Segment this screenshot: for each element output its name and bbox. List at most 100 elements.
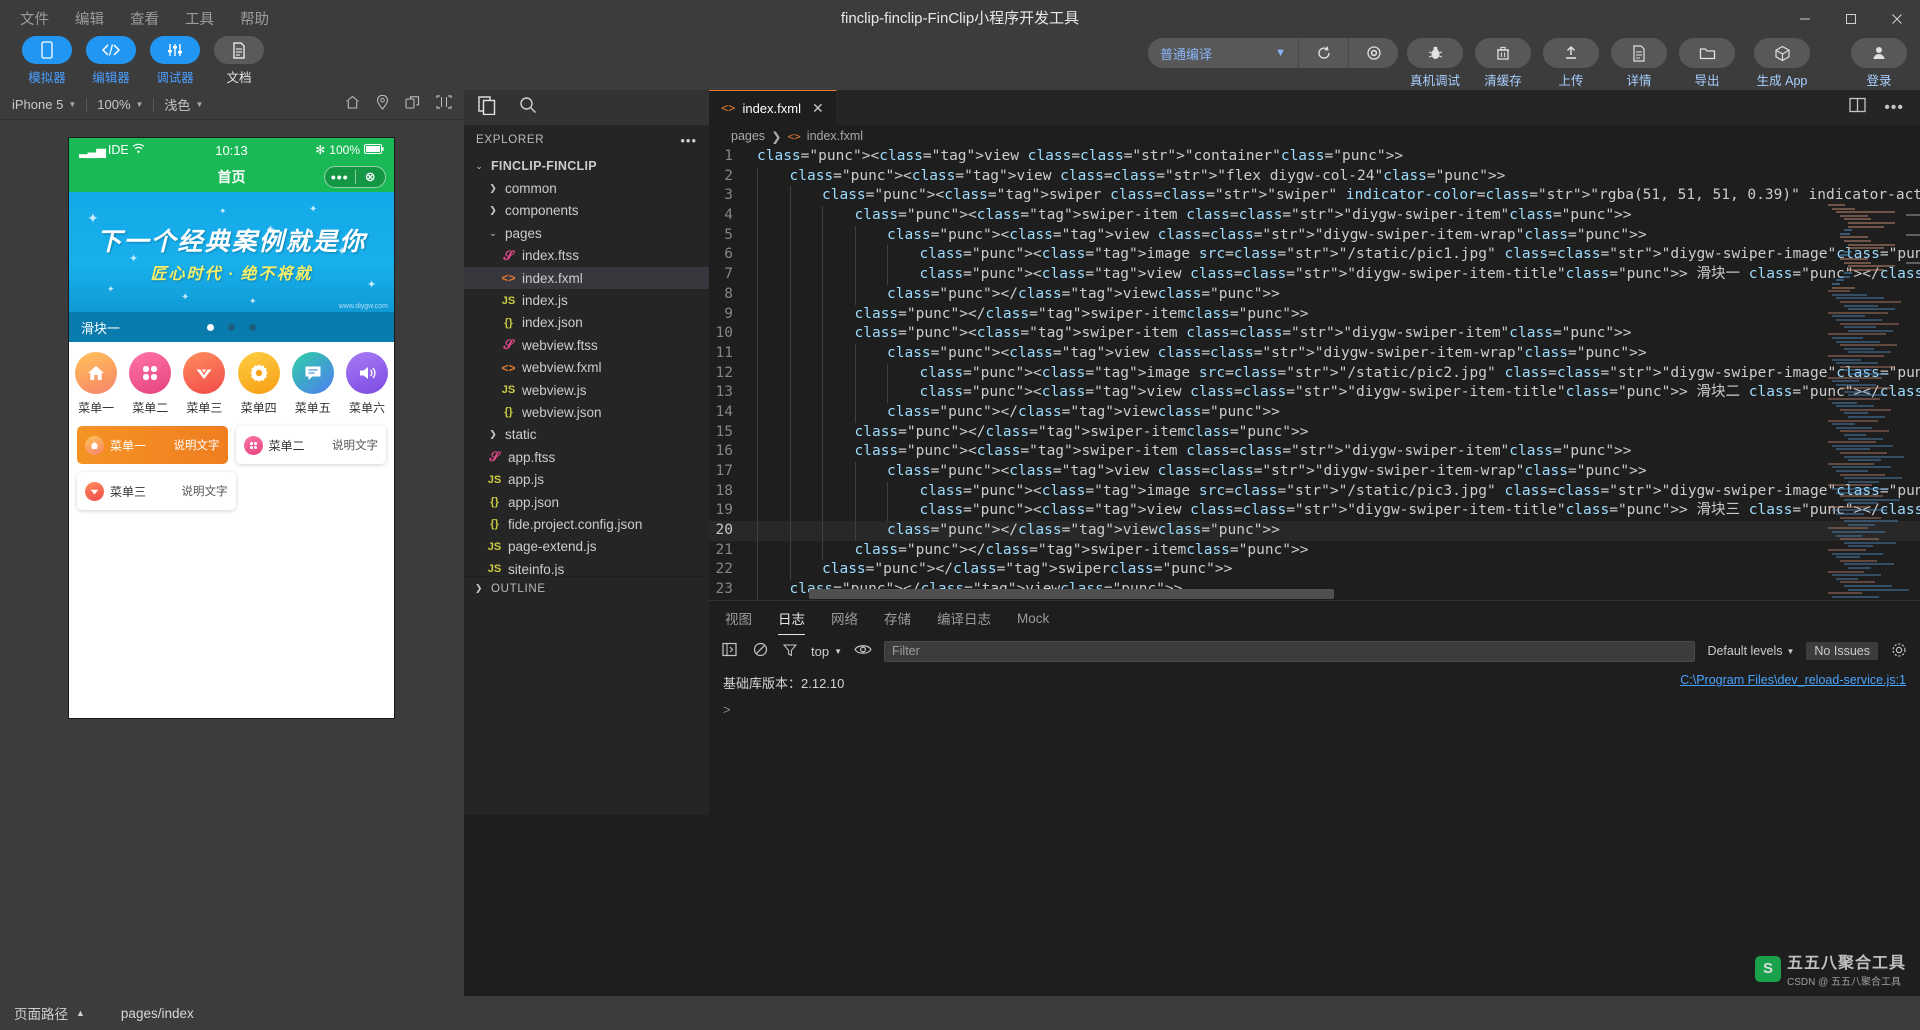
tree-file[interactable]: 𝒮webview.ftss bbox=[464, 334, 709, 356]
log-levels-select[interactable]: Default levels ▼ bbox=[1707, 644, 1794, 658]
code-line[interactable]: 1 class="punc"><class="tag">view class=cl… bbox=[709, 147, 1920, 167]
zoom-select[interactable]: 100% ▼ bbox=[87, 97, 153, 112]
card-menu-2[interactable]: 菜单二 说明文字 bbox=[235, 426, 386, 464]
code-line[interactable]: 6 class="punc"><class="tag">image src=cla… bbox=[709, 245, 1920, 266]
tree-file[interactable]: 𝒮app.ftss bbox=[464, 446, 709, 468]
toolbar-details-button[interactable]: 详情 bbox=[1608, 38, 1670, 89]
card-menu-1[interactable]: 菜单一 说明文字 bbox=[77, 426, 228, 464]
console-tab-2[interactable]: 网络 bbox=[831, 601, 858, 635]
code-line[interactable]: 5 class="punc"><class="tag">view class=cl… bbox=[709, 225, 1920, 246]
toolbar-generate-app-button[interactable]: 生成 App bbox=[1744, 38, 1820, 89]
console-tab-0[interactable]: 视图 bbox=[725, 601, 752, 635]
toolbar-upload-button[interactable]: 上传 bbox=[1540, 38, 1602, 89]
compile-button[interactable] bbox=[1298, 38, 1348, 68]
theme-select[interactable]: 浅色 ▼ bbox=[154, 95, 213, 114]
tree-file[interactable]: {} webview.json bbox=[464, 401, 709, 423]
home-icon[interactable] bbox=[345, 95, 360, 115]
code-line[interactable]: 21 class="punc"></class="tag">swiper-item… bbox=[709, 540, 1920, 561]
resize-icon[interactable] bbox=[436, 95, 452, 114]
swiper-dot[interactable] bbox=[207, 323, 214, 331]
tree-file[interactable]: JS page-extend.js bbox=[464, 536, 709, 558]
code-area[interactable]: 1 class="punc"><class="tag">view class=cl… bbox=[709, 147, 1920, 599]
device-select[interactable]: iPhone 5 ▼ bbox=[12, 97, 86, 112]
minimize-button[interactable] bbox=[1782, 0, 1828, 38]
code-line[interactable]: 18 class="punc"><class="tag">image src=cl… bbox=[709, 481, 1920, 502]
tree-file[interactable]: {} index.json bbox=[464, 312, 709, 334]
page-path-value[interactable]: pages/index bbox=[121, 1006, 194, 1021]
issues-badge[interactable]: No Issues bbox=[1806, 642, 1878, 660]
code-line[interactable]: 7 class="punc"><class="tag">view class=cl… bbox=[709, 265, 1920, 285]
minimap[interactable] bbox=[1828, 204, 1909, 599]
menu-item-3[interactable]: 菜单三 bbox=[177, 352, 231, 416]
breadcrumb-folder[interactable]: pages bbox=[731, 129, 765, 143]
menu-file[interactable]: 文件 bbox=[8, 4, 61, 33]
tree-file[interactable]: <> webview.fxml bbox=[464, 357, 709, 379]
breadcrumb-file[interactable]: index.fxml bbox=[807, 129, 863, 143]
menu-tools[interactable]: 工具 bbox=[173, 4, 226, 33]
toolbar-simulator-button[interactable]: 模拟器 bbox=[20, 36, 74, 86]
menu-item-2[interactable]: 菜单二 bbox=[123, 352, 177, 416]
console-tab-1[interactable]: 日志 bbox=[778, 601, 805, 635]
context-select[interactable]: top ▼ bbox=[811, 644, 842, 659]
filter-input[interactable]: Filter bbox=[884, 640, 1696, 662]
swiper-dot[interactable] bbox=[228, 323, 235, 331]
toolbar-editor-button[interactable]: 编辑器 bbox=[84, 36, 138, 86]
code-line[interactable]: 12 class="punc"><class="tag">image src=cl… bbox=[709, 363, 1920, 384]
swiper-dot[interactable] bbox=[249, 323, 256, 331]
tree-file[interactable]: 𝒮index.ftss bbox=[464, 245, 709, 267]
menu-view[interactable]: 查看 bbox=[118, 4, 171, 33]
code-line[interactable]: 15 class="punc"></class="tag">swiper-item… bbox=[709, 422, 1920, 443]
capsule-close-icon[interactable]: ⊗ bbox=[356, 169, 386, 185]
phone-simulator[interactable]: ▂▃▅ IDE 10:13 ✻ 100% 首页 ••• ⊗ ✦ ✦ ✦ ✦ ✦ … bbox=[68, 137, 395, 719]
code-line[interactable]: 14 class="punc"></class="tag">viewclass="… bbox=[709, 402, 1920, 423]
tree-file[interactable]: JS webview.js bbox=[464, 379, 709, 401]
toolbar-device-debug-button[interactable]: 真机调试 bbox=[1404, 38, 1466, 89]
outline-section-header[interactable]: ❯ OUTLINE bbox=[464, 576, 709, 600]
more-icon[interactable]: ••• bbox=[1884, 99, 1904, 117]
close-icon[interactable]: ✕ bbox=[812, 100, 824, 117]
toolbar-export-button[interactable]: 导出 bbox=[1676, 38, 1738, 89]
code-line[interactable]: 13 class="punc"><class="tag">view class=c… bbox=[709, 383, 1920, 403]
tree-file[interactable]: JS index.js bbox=[464, 289, 709, 311]
capsule-more-icon[interactable]: ••• bbox=[325, 169, 355, 185]
rotate-icon[interactable] bbox=[405, 95, 420, 115]
menu-item-6[interactable]: 菜单六 bbox=[340, 352, 394, 416]
location-icon[interactable] bbox=[376, 94, 389, 115]
code-line[interactable]: 11 class="punc"><class="tag">view class=c… bbox=[709, 343, 1920, 364]
toolbar-login-button[interactable]: 登录 bbox=[1848, 38, 1910, 89]
code-line[interactable]: 8 class="punc"></class="tag">viewclass="p… bbox=[709, 284, 1920, 305]
code-line[interactable]: 10 class="punc"><class="tag">swiper-item … bbox=[709, 324, 1920, 344]
toolbar-debugger-button[interactable]: 调试器 bbox=[148, 36, 202, 86]
code-line[interactable]: 22 class="punc"></class="tag">swiperclass… bbox=[709, 560, 1920, 581]
split-editor-icon[interactable] bbox=[1849, 97, 1866, 118]
swiper-banner[interactable]: ✦ ✦ ✦ ✦ ✦ ✦ ✦ ✦ ✦ ✦ 下一个经典案例就是你 匠心时代 · 绝不… bbox=[69, 192, 394, 312]
tree-folder[interactable]: ❯ static bbox=[464, 424, 709, 446]
code-line[interactable]: 16 class="punc"><class="tag">swiper-item … bbox=[709, 442, 1920, 462]
page-path-label[interactable]: 页面路径 bbox=[14, 1003, 68, 1023]
compile-mode-select[interactable]: 普通编译 ▼ bbox=[1148, 38, 1298, 68]
tree-folder[interactable]: ❯ common bbox=[464, 177, 709, 199]
menu-item-4[interactable]: 菜单四 bbox=[232, 352, 286, 416]
tree-folder[interactable]: ⌄ pages bbox=[464, 222, 709, 244]
code-line[interactable]: 20 class="punc"></class="tag">viewclass="… bbox=[709, 521, 1920, 541]
console-log-source[interactable]: C:\Program Files\dev_reload-service.js:1 bbox=[1680, 673, 1906, 687]
tree-file[interactable]: <> index.fxml bbox=[464, 266, 709, 290]
eye-icon[interactable] bbox=[854, 643, 872, 659]
code-line[interactable]: 2 class="punc"><class="tag">view class=cl… bbox=[709, 166, 1920, 187]
menu-edit[interactable]: 编辑 bbox=[63, 4, 116, 33]
tree-file[interactable]: {} fide.project.config.json bbox=[464, 513, 709, 535]
code-line[interactable]: 17 class="punc"><class="tag">view class=c… bbox=[709, 462, 1920, 482]
console-prompt[interactable]: > bbox=[709, 698, 1920, 721]
explorer-icon[interactable] bbox=[478, 95, 497, 120]
inspect-icon[interactable] bbox=[721, 642, 739, 660]
tree-root[interactable]: ⌄ FINCLIP-FINCLIP bbox=[464, 155, 709, 177]
search-icon[interactable] bbox=[519, 96, 537, 119]
menu-item-5[interactable]: 菜单五 bbox=[286, 352, 340, 416]
tree-file[interactable]: JS app.js bbox=[464, 468, 709, 490]
explorer-more-icon[interactable]: ••• bbox=[680, 133, 697, 148]
toolbar-clear-cache-button[interactable]: 清缓存 bbox=[1472, 38, 1534, 89]
triangle-up-icon[interactable]: ▲ bbox=[76, 1008, 85, 1018]
console-tab-4[interactable]: 编译日志 bbox=[937, 601, 991, 635]
code-line[interactable]: 19 class="punc"><class="tag">view class=c… bbox=[709, 501, 1920, 522]
close-button[interactable] bbox=[1874, 0, 1920, 38]
